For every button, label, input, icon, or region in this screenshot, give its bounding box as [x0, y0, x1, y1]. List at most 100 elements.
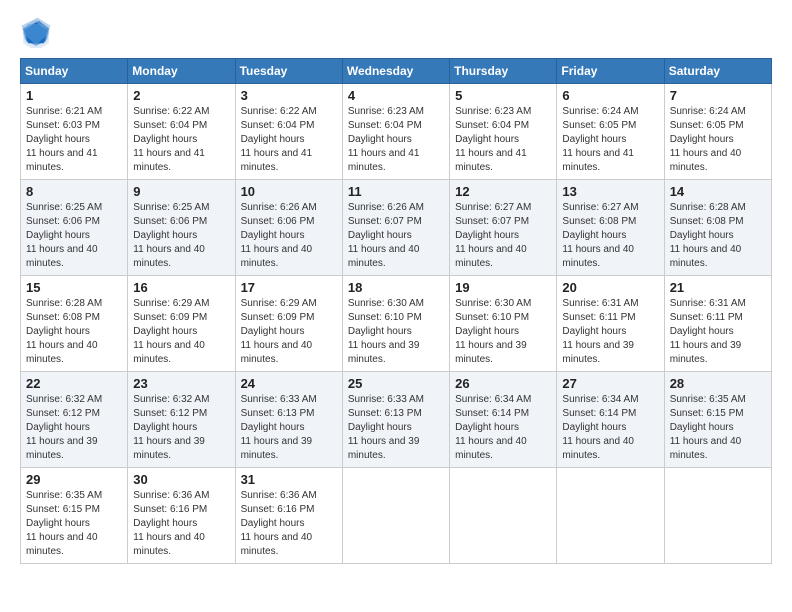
logo-icon [20, 16, 52, 48]
day-info: Sunrise: 6:21 AM Sunset: 6:03 PM Dayligh… [26, 105, 122, 175]
day-info: Sunrise: 6:27 AM Sunset: 6:08 PM Dayligh… [562, 201, 658, 271]
day-number: 24 [241, 376, 337, 391]
calendar-cell: 6 Sunrise: 6:24 AM Sunset: 6:05 PM Dayli… [557, 84, 664, 180]
day-info: Sunrise: 6:33 AM Sunset: 6:13 PM Dayligh… [348, 393, 444, 463]
calendar-cell: 10 Sunrise: 6:26 AM Sunset: 6:06 PM Dayl… [235, 180, 342, 276]
header [20, 16, 772, 48]
calendar-week-row: 15 Sunrise: 6:28 AM Sunset: 6:08 PM Dayl… [21, 276, 772, 372]
day-number: 8 [26, 184, 122, 199]
day-number: 6 [562, 88, 658, 103]
day-info: Sunrise: 6:25 AM Sunset: 6:06 PM Dayligh… [26, 201, 122, 271]
calendar-cell: 14 Sunrise: 6:28 AM Sunset: 6:08 PM Dayl… [664, 180, 771, 276]
calendar-cell: 11 Sunrise: 6:26 AM Sunset: 6:07 PM Dayl… [342, 180, 449, 276]
header-saturday: Saturday [664, 59, 771, 84]
day-number: 4 [348, 88, 444, 103]
calendar-cell: 20 Sunrise: 6:31 AM Sunset: 6:11 PM Dayl… [557, 276, 664, 372]
day-number: 31 [241, 472, 337, 487]
calendar-cell [342, 468, 449, 564]
day-info: Sunrise: 6:32 AM Sunset: 6:12 PM Dayligh… [133, 393, 229, 463]
day-info: Sunrise: 6:25 AM Sunset: 6:06 PM Dayligh… [133, 201, 229, 271]
day-number: 11 [348, 184, 444, 199]
calendar-cell: 22 Sunrise: 6:32 AM Sunset: 6:12 PM Dayl… [21, 372, 128, 468]
calendar-cell: 31 Sunrise: 6:36 AM Sunset: 6:16 PM Dayl… [235, 468, 342, 564]
calendar-header-row: Sunday Monday Tuesday Wednesday Thursday… [21, 59, 772, 84]
day-number: 15 [26, 280, 122, 295]
day-number: 7 [670, 88, 766, 103]
day-info: Sunrise: 6:30 AM Sunset: 6:10 PM Dayligh… [455, 297, 551, 367]
calendar-cell: 15 Sunrise: 6:28 AM Sunset: 6:08 PM Dayl… [21, 276, 128, 372]
day-info: Sunrise: 6:31 AM Sunset: 6:11 PM Dayligh… [670, 297, 766, 367]
calendar-cell: 30 Sunrise: 6:36 AM Sunset: 6:16 PM Dayl… [128, 468, 235, 564]
day-number: 18 [348, 280, 444, 295]
calendar-cell: 19 Sunrise: 6:30 AM Sunset: 6:10 PM Dayl… [450, 276, 557, 372]
calendar-cell: 29 Sunrise: 6:35 AM Sunset: 6:15 PM Dayl… [21, 468, 128, 564]
day-info: Sunrise: 6:24 AM Sunset: 6:05 PM Dayligh… [670, 105, 766, 175]
day-info: Sunrise: 6:35 AM Sunset: 6:15 PM Dayligh… [670, 393, 766, 463]
calendar-cell: 26 Sunrise: 6:34 AM Sunset: 6:14 PM Dayl… [450, 372, 557, 468]
day-info: Sunrise: 6:34 AM Sunset: 6:14 PM Dayligh… [562, 393, 658, 463]
day-info: Sunrise: 6:32 AM Sunset: 6:12 PM Dayligh… [26, 393, 122, 463]
calendar-cell: 17 Sunrise: 6:29 AM Sunset: 6:09 PM Dayl… [235, 276, 342, 372]
day-number: 2 [133, 88, 229, 103]
calendar-cell: 1 Sunrise: 6:21 AM Sunset: 6:03 PM Dayli… [21, 84, 128, 180]
day-info: Sunrise: 6:23 AM Sunset: 6:04 PM Dayligh… [455, 105, 551, 175]
day-info: Sunrise: 6:31 AM Sunset: 6:11 PM Dayligh… [562, 297, 658, 367]
day-info: Sunrise: 6:22 AM Sunset: 6:04 PM Dayligh… [241, 105, 337, 175]
day-number: 21 [670, 280, 766, 295]
day-info: Sunrise: 6:22 AM Sunset: 6:04 PM Dayligh… [133, 105, 229, 175]
calendar-table: Sunday Monday Tuesday Wednesday Thursday… [20, 58, 772, 564]
day-info: Sunrise: 6:23 AM Sunset: 6:04 PM Dayligh… [348, 105, 444, 175]
calendar-cell: 3 Sunrise: 6:22 AM Sunset: 6:04 PM Dayli… [235, 84, 342, 180]
day-number: 28 [670, 376, 766, 391]
day-info: Sunrise: 6:29 AM Sunset: 6:09 PM Dayligh… [241, 297, 337, 367]
day-info: Sunrise: 6:27 AM Sunset: 6:07 PM Dayligh… [455, 201, 551, 271]
calendar-cell: 13 Sunrise: 6:27 AM Sunset: 6:08 PM Dayl… [557, 180, 664, 276]
calendar-cell: 25 Sunrise: 6:33 AM Sunset: 6:13 PM Dayl… [342, 372, 449, 468]
day-info: Sunrise: 6:36 AM Sunset: 6:16 PM Dayligh… [133, 489, 229, 559]
day-info: Sunrise: 6:26 AM Sunset: 6:07 PM Dayligh… [348, 201, 444, 271]
day-number: 9 [133, 184, 229, 199]
day-number: 3 [241, 88, 337, 103]
calendar-cell [664, 468, 771, 564]
header-friday: Friday [557, 59, 664, 84]
calendar-week-row: 1 Sunrise: 6:21 AM Sunset: 6:03 PM Dayli… [21, 84, 772, 180]
calendar-cell: 23 Sunrise: 6:32 AM Sunset: 6:12 PM Dayl… [128, 372, 235, 468]
calendar-cell: 9 Sunrise: 6:25 AM Sunset: 6:06 PM Dayli… [128, 180, 235, 276]
day-info: Sunrise: 6:33 AM Sunset: 6:13 PM Dayligh… [241, 393, 337, 463]
calendar-cell: 12 Sunrise: 6:27 AM Sunset: 6:07 PM Dayl… [450, 180, 557, 276]
day-number: 25 [348, 376, 444, 391]
day-info: Sunrise: 6:28 AM Sunset: 6:08 PM Dayligh… [26, 297, 122, 367]
day-number: 26 [455, 376, 551, 391]
day-number: 13 [562, 184, 658, 199]
header-tuesday: Tuesday [235, 59, 342, 84]
calendar-cell: 5 Sunrise: 6:23 AM Sunset: 6:04 PM Dayli… [450, 84, 557, 180]
day-number: 12 [455, 184, 551, 199]
day-number: 17 [241, 280, 337, 295]
day-info: Sunrise: 6:29 AM Sunset: 6:09 PM Dayligh… [133, 297, 229, 367]
day-info: Sunrise: 6:34 AM Sunset: 6:14 PM Dayligh… [455, 393, 551, 463]
day-number: 27 [562, 376, 658, 391]
day-info: Sunrise: 6:28 AM Sunset: 6:08 PM Dayligh… [670, 201, 766, 271]
calendar-cell: 4 Sunrise: 6:23 AM Sunset: 6:04 PM Dayli… [342, 84, 449, 180]
header-sunday: Sunday [21, 59, 128, 84]
day-info: Sunrise: 6:24 AM Sunset: 6:05 PM Dayligh… [562, 105, 658, 175]
day-number: 22 [26, 376, 122, 391]
logo [20, 16, 56, 48]
day-number: 1 [26, 88, 122, 103]
day-number: 23 [133, 376, 229, 391]
calendar-cell [450, 468, 557, 564]
calendar-cell: 21 Sunrise: 6:31 AM Sunset: 6:11 PM Dayl… [664, 276, 771, 372]
day-number: 14 [670, 184, 766, 199]
day-number: 10 [241, 184, 337, 199]
day-info: Sunrise: 6:35 AM Sunset: 6:15 PM Dayligh… [26, 489, 122, 559]
day-info: Sunrise: 6:26 AM Sunset: 6:06 PM Dayligh… [241, 201, 337, 271]
calendar-cell: 18 Sunrise: 6:30 AM Sunset: 6:10 PM Dayl… [342, 276, 449, 372]
calendar-week-row: 22 Sunrise: 6:32 AM Sunset: 6:12 PM Dayl… [21, 372, 772, 468]
calendar-cell: 27 Sunrise: 6:34 AM Sunset: 6:14 PM Dayl… [557, 372, 664, 468]
day-info: Sunrise: 6:36 AM Sunset: 6:16 PM Dayligh… [241, 489, 337, 559]
day-number: 29 [26, 472, 122, 487]
day-number: 19 [455, 280, 551, 295]
calendar-cell: 7 Sunrise: 6:24 AM Sunset: 6:05 PM Dayli… [664, 84, 771, 180]
calendar-cell: 2 Sunrise: 6:22 AM Sunset: 6:04 PM Dayli… [128, 84, 235, 180]
calendar-week-row: 29 Sunrise: 6:35 AM Sunset: 6:15 PM Dayl… [21, 468, 772, 564]
